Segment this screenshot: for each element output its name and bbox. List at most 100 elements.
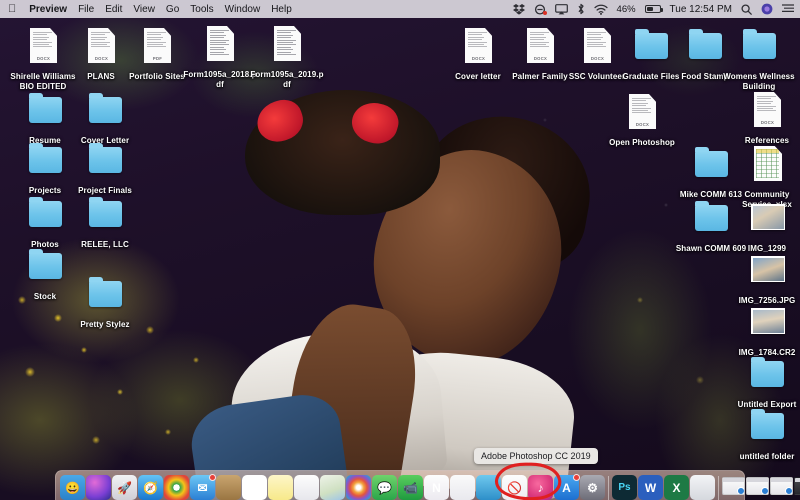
- notification-center-icon[interactable]: [782, 4, 794, 14]
- photo-thumbnail-icon: [747, 248, 787, 294]
- menu-bar:  Preview File Edit View Go Tools Window…: [0, 0, 800, 18]
- dock-item-blocked-app[interactable]: 🚫: [502, 475, 527, 500]
- desktop-icon-label: Cover letter: [455, 72, 501, 81]
- dock-item-reminders[interactable]: [294, 475, 319, 500]
- dock-item-numbers[interactable]: [450, 475, 475, 500]
- document-icon: DOCX: [747, 88, 787, 134]
- dock-item-news[interactable]: N: [424, 475, 449, 500]
- menu-item-window[interactable]: Window: [225, 4, 261, 15]
- minimized-window-2[interactable]: [746, 477, 769, 495]
- folder-icon: [25, 192, 65, 238]
- dock-item-itunes[interactable]: ♪: [528, 475, 553, 500]
- folder-icon: [25, 138, 65, 184]
- dock-item-notes[interactable]: [268, 475, 293, 500]
- apple-logo-icon[interactable]: : [6, 3, 18, 15]
- wifi-icon[interactable]: [593, 4, 608, 15]
- blocked-app-icon: 🚫: [507, 480, 522, 495]
- facetime-icon: 📹: [403, 480, 418, 495]
- dock-tooltip: Adobe Photoshop CC 2019: [474, 448, 598, 464]
- folder-icon: [739, 24, 779, 70]
- dock-item-system-preferences[interactable]: ⚙: [580, 475, 605, 500]
- desktop-icon-label: Pretty Stylez: [80, 320, 130, 329]
- desktop-icon[interactable]: untitled folder: [730, 404, 800, 462]
- menu-item-help[interactable]: Help: [271, 4, 292, 15]
- spreadsheet-icon: [747, 142, 787, 188]
- folder-icon: [747, 404, 787, 450]
- dock-item-safari[interactable]: 🧭: [138, 475, 163, 500]
- folder-icon: [85, 272, 125, 318]
- desktop-icon[interactable]: Project Finals: [68, 138, 142, 196]
- dock-item-preview[interactable]: [690, 475, 715, 500]
- dock-item-keynote[interactable]: [476, 475, 501, 500]
- notification-badge: [573, 474, 580, 481]
- dock-item-maps[interactable]: [320, 475, 345, 500]
- menu-clock[interactable]: Tue 12:54 PM: [670, 4, 732, 15]
- desktop-icon[interactable]: DOCX Open Photoshop: [605, 90, 679, 148]
- desktop-icon-label: PLANS: [87, 72, 115, 81]
- menu-item-tools[interactable]: Tools: [190, 4, 213, 15]
- document-icon: [200, 22, 240, 68]
- dock-item-calendar[interactable]: 21: [242, 475, 267, 500]
- siri-icon[interactable]: [761, 3, 773, 15]
- dock-item-word[interactable]: W: [638, 475, 663, 500]
- desktop-icon[interactable]: IMG_7256.JPG: [730, 248, 800, 306]
- dock-item-photoshop[interactable]: Ps: [612, 475, 637, 500]
- dock-item-launchpad[interactable]: 🚀: [112, 475, 137, 500]
- folder-icon: [747, 352, 787, 398]
- spotlight-search-icon[interactable]: [741, 3, 752, 15]
- photo-thumbnail-icon: [747, 300, 787, 346]
- dock-item-siri[interactable]: [86, 475, 111, 500]
- desktop-icon[interactable]: Form1095a_2019.pdf: [250, 22, 324, 90]
- desktop-icon[interactable]: Womens Wellness Building: [722, 24, 796, 92]
- dock-item-photos[interactable]: [346, 475, 371, 500]
- desktop-icon[interactable]: IMG_1299: [730, 196, 800, 254]
- minimized-window-3[interactable]: [770, 477, 793, 495]
- minimized-window-1[interactable]: [722, 477, 745, 495]
- safari-icon: 🧭: [143, 480, 158, 495]
- desktop-icon[interactable]: RELEE, LLC: [68, 192, 142, 250]
- dock-item-facetime[interactable]: 📹: [398, 475, 423, 500]
- bluetooth-icon[interactable]: [577, 3, 585, 15]
- desktop-icon-label: Portfolio Sites: [129, 72, 185, 81]
- menu-item-file[interactable]: File: [78, 4, 94, 15]
- desktop-icon-label: RELEE, LLC: [81, 240, 129, 249]
- dock-item-messages[interactable]: 💬: [372, 475, 397, 500]
- desktop-icon[interactable]: Form1095a_2018.pdf: [183, 22, 257, 90]
- photoshop-icon: Ps: [618, 482, 631, 493]
- dock-item-contacts[interactable]: [216, 475, 241, 500]
- document-icon: DOCX: [577, 24, 617, 70]
- minimized-window-4[interactable]: [794, 477, 800, 495]
- app-alert-icon[interactable]: [534, 3, 547, 15]
- menu-app-name[interactable]: Preview: [29, 4, 67, 15]
- desktop-icon-label: Open Photoshop: [609, 138, 675, 147]
- dock-item-chrome[interactable]: [164, 475, 189, 500]
- dock-separator: [718, 476, 719, 500]
- battery-icon[interactable]: [644, 5, 663, 13]
- desktop-icon[interactable]: Untitled Export: [730, 352, 800, 410]
- battery-percent-label: 46%: [616, 3, 636, 15]
- dock-item-finder[interactable]: 😀: [60, 475, 85, 500]
- dropbox-icon[interactable]: [512, 3, 525, 15]
- desktop-icon[interactable]: IMG_1784.CR2: [730, 300, 800, 358]
- dock-item-app-store[interactable]: A: [554, 474, 580, 500]
- desktop-icon[interactable]: DOCX References: [730, 88, 800, 146]
- system-preferences-icon: ⚙: [587, 480, 598, 495]
- menu-item-go[interactable]: Go: [166, 4, 179, 15]
- airplay-icon[interactable]: [554, 3, 568, 15]
- news-icon: N: [432, 480, 441, 495]
- folder-icon: [25, 88, 65, 134]
- calendar-icon: 21: [248, 482, 261, 493]
- folder-icon: [685, 24, 725, 70]
- folder-icon: [85, 192, 125, 238]
- document-icon: DOCX: [23, 24, 63, 70]
- desktop-icon[interactable]: Pretty Stylez: [68, 272, 142, 330]
- menu-item-edit[interactable]: Edit: [105, 4, 122, 15]
- photo-thumbnail-icon: [747, 196, 787, 242]
- word-icon: W: [644, 480, 657, 495]
- mail-icon: ✉: [197, 480, 208, 495]
- menu-item-view[interactable]: View: [133, 4, 155, 15]
- dock-item-mail[interactable]: ✉: [190, 474, 216, 500]
- document-icon: [267, 22, 307, 68]
- excel-icon: X: [672, 480, 681, 495]
- dock-item-excel[interactable]: X: [664, 475, 689, 500]
